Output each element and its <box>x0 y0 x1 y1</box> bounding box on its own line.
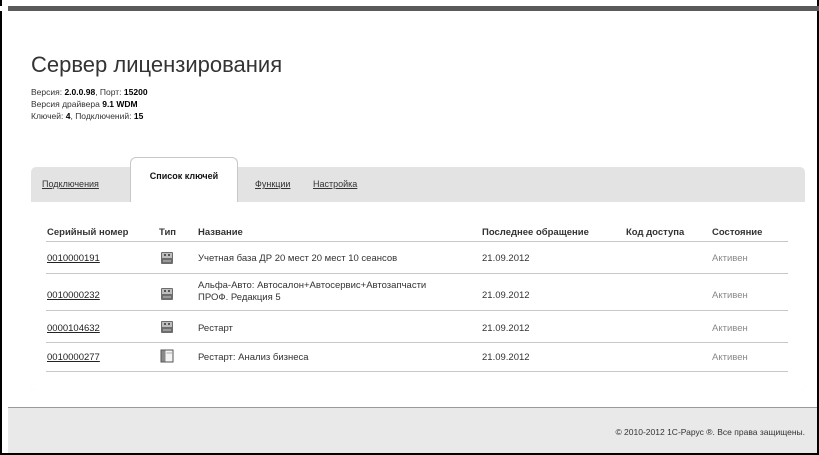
usb-key-icon <box>161 252 173 264</box>
usb-key-icon <box>161 321 173 333</box>
status-badge: Активен <box>712 253 748 264</box>
key-name: Рестарт: Анализ бизнеса <box>198 352 309 363</box>
keys-panel: Подключения Список ключей Функции Настро… <box>31 157 805 390</box>
driver-value: 9.1 WDM <box>102 99 138 109</box>
key-name: Учетная база ДР 20 мест 20 мест 10 сеанс… <box>198 253 398 264</box>
serial-number-link[interactable]: 0000104632 <box>47 323 100 334</box>
top-bar-gap <box>0 6 8 11</box>
key-name-line2: ПРОФ. Редакция 5 <box>198 292 281 303</box>
port-label: , Порт: <box>95 87 124 97</box>
connections-label: , Подключений: <box>70 111 134 121</box>
last-access-date: 21.09.2012 <box>482 323 530 334</box>
status-badge: Активен <box>712 352 748 363</box>
usb-key-icon <box>161 288 173 300</box>
row-divider <box>46 342 788 343</box>
key-name: Альфа-Авто: Автосалон+Автосервис+Автозап… <box>198 280 427 291</box>
last-access-date: 21.09.2012 <box>482 253 530 264</box>
driver-label: Версия драйвера <box>31 99 103 109</box>
tab-settings[interactable]: Настройка <box>313 179 357 189</box>
column-header-status: Состояние <box>712 227 763 238</box>
keys-label: Ключей: <box>31 111 66 121</box>
serial-number-link[interactable]: 0010000232 <box>47 290 100 301</box>
keys-info: Ключей: 4, Подключений: 15 <box>31 111 143 121</box>
column-header-access-code: Код доступа <box>626 227 685 238</box>
port-value: 15200 <box>123 87 148 97</box>
software-key-icon <box>160 349 174 363</box>
page-title: Сервер лицензирования <box>31 52 283 77</box>
row-divider <box>46 273 788 274</box>
tab-connections[interactable]: Подключения <box>42 179 99 189</box>
version-value: 2.0.0.98 <box>64 87 96 97</box>
tab-key-list[interactable]: Список ключей <box>130 157 238 202</box>
copyright-text: © 2010-2012 1С-Рарус ®. Все права защище… <box>615 427 805 437</box>
last-access-date: 21.09.2012 <box>482 290 530 301</box>
connections-value: 15 <box>133 111 144 121</box>
version-info: Версия: 2.0.0.98, Порт: 15200 <box>31 87 148 97</box>
driver-info: Версия драйвера 9.1 WDM <box>31 99 138 109</box>
status-badge: Активен <box>712 290 748 301</box>
tab-functions[interactable]: Функции <box>255 179 290 189</box>
footer: © 2010-2012 1С-Рарус ®. Все права защище… <box>8 407 817 453</box>
column-header-name: Название <box>198 227 243 238</box>
row-divider <box>46 371 788 372</box>
key-name: Рестарт <box>198 323 233 334</box>
column-header-serial: Серийный номер <box>47 227 129 238</box>
last-access-date: 21.09.2012 <box>482 352 530 363</box>
status-badge: Активен <box>712 323 748 334</box>
keys-table: Серийный номер Тип Название Последнее об… <box>31 202 805 390</box>
version-label: Версия: <box>31 87 65 97</box>
serial-number-link[interactable]: 0010000191 <box>47 253 100 264</box>
row-divider <box>46 310 788 311</box>
column-header-last-access: Последнее обращение <box>482 227 589 238</box>
serial-number-link[interactable]: 0010000277 <box>47 352 100 363</box>
header-divider <box>46 241 788 242</box>
column-header-type: Тип <box>159 227 177 238</box>
